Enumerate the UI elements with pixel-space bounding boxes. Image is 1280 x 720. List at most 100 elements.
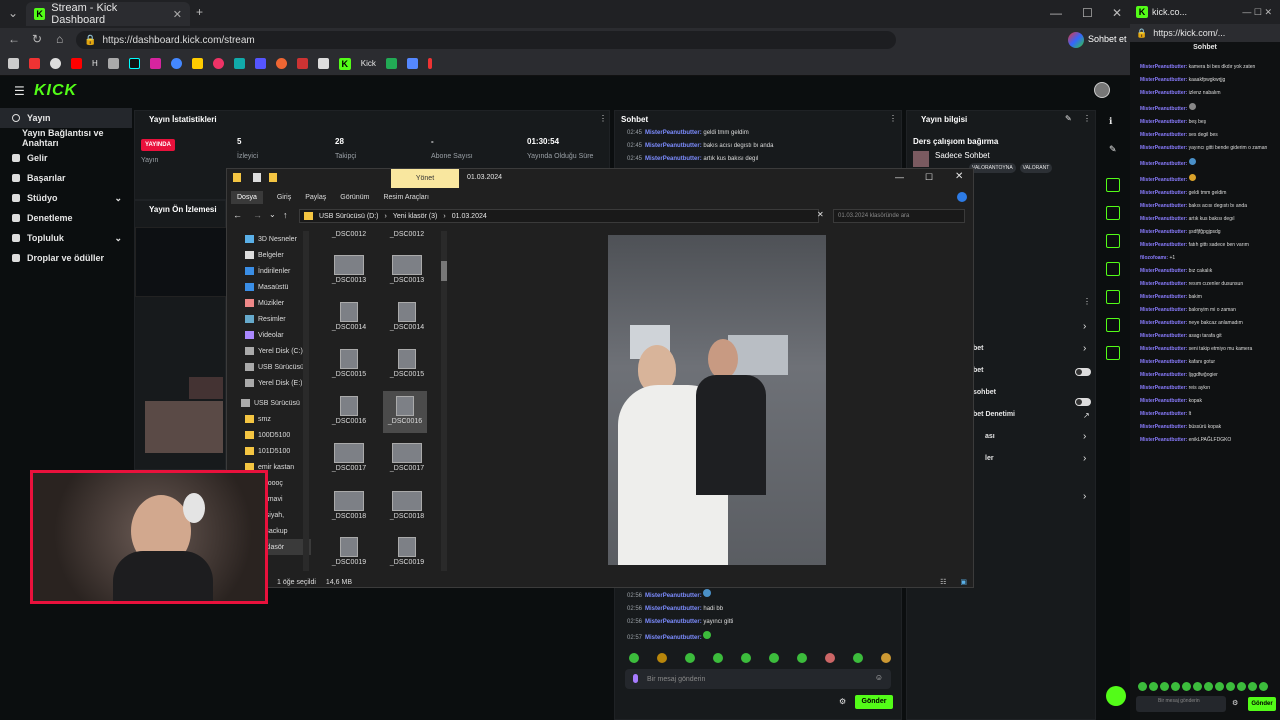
more-icon[interactable]: ⋮ [1083,114,1091,123]
tool-icon[interactable] [1106,178,1120,192]
new-tab-icon[interactable]: + [196,5,203,19]
toggle-switch[interactable] [1075,368,1091,376]
tree-scrollbar[interactable] [303,231,309,571]
chevron-right-icon[interactable]: › [1083,321,1086,332]
toggle-switch[interactable] [1075,398,1091,406]
forward-icon[interactable]: → [253,210,262,220]
tool-icon[interactable] [1106,290,1120,304]
clear-icon[interactable]: ✕ [817,210,824,219]
sidebar-item-income[interactable]: Gelir [0,148,132,168]
manage-tab[interactable]: Yönet [391,169,459,188]
tree-item[interactable]: Belgeler [241,247,311,263]
tool-icon[interactable] [1106,206,1120,220]
sidebar-item-drops[interactable]: Droplar ve ödüller [0,248,132,268]
ribbon-tab-file[interactable]: Dosya [231,190,263,204]
tree-item[interactable]: 3D Nesneler [241,231,311,247]
bookmark-icon[interactable] [296,58,308,69]
bookmark-icon[interactable] [50,58,61,69]
emote-icon[interactable] [1237,682,1246,691]
url-bar[interactable]: 🔒 https://dashboard.kick.com/stream [76,31,896,49]
breadcrumb[interactable]: USB Sürücüsü (D:) [319,213,379,220]
tool-icon[interactable] [1106,318,1120,332]
bookmark-kick[interactable]: Kick [361,59,376,68]
tree-item[interactable]: smz [241,411,311,427]
tree-item[interactable]: 100D5100 [241,427,311,443]
kick-logo[interactable]: KICK [34,82,77,100]
bookmark-icon[interactable] [29,58,40,69]
close-window-icon[interactable]: ✕ [1112,6,1122,20]
file-thumbnail[interactable]: _DSC0014 [327,302,371,348]
emote-icon[interactable] [1226,682,1235,691]
tree-item[interactable]: USB Sürücüsü [241,395,311,411]
browser-tab[interactable]: K Stream - Kick Dashboard ✕ [26,2,190,26]
emote-icon[interactable] [1138,682,1147,691]
file-thumbnail[interactable]: _DSC0013 [385,255,429,301]
sidebar-item-stream[interactable]: Yayın [0,108,132,128]
emote-icon[interactable] [881,653,891,663]
address-bar[interactable]: USB Sürücüsü (D:) › Yeni klasör (3) › 01.0… [299,209,819,223]
file-thumbnail[interactable]: _DSC0014 [385,302,429,348]
emote-icon[interactable] [1204,682,1213,691]
bookmark-icon[interactable] [170,58,182,69]
breadcrumb[interactable]: Yeni klasör (3) [393,213,438,220]
pen-icon[interactable]: ✎ [1109,144,1117,155]
properties-icon[interactable] [253,173,261,182]
up-icon[interactable]: ↑ [283,210,288,220]
ribbon-tab-view[interactable]: Görünüm [340,194,369,201]
emoji-picker-icon[interactable]: ☺ [875,673,883,682]
search-input[interactable]: 01.03.2024 klasöründe ara [833,209,965,223]
tree-item[interactable]: İndirilenler [241,263,311,279]
thumbnail-view-icon[interactable]: ▣ [960,578,967,586]
tree-item[interactable]: Yerel Disk (C:) [241,343,311,359]
bookmark-icon[interactable] [233,58,245,69]
breadcrumb[interactable]: 01.03.2024 [452,213,487,220]
details-view-icon[interactable]: ☷ [940,578,946,586]
edit-icon[interactable]: ✎ [1065,114,1072,123]
bookmark-icon[interactable] [385,58,397,69]
minimize-icon[interactable]: — [895,172,904,182]
window-controls[interactable]: — ☐ ✕ [1242,7,1272,18]
emote-icon[interactable] [1149,682,1158,691]
youtube-icon[interactable] [71,58,82,69]
file-thumbnail[interactable]: _DSC0017 [327,443,371,489]
tree-item[interactable]: 101D5100 [241,443,311,459]
bookmark-icon[interactable] [254,58,266,69]
emote-icon[interactable] [1248,682,1257,691]
kick-bookmark-icon[interactable]: K [338,57,351,70]
emote-icon[interactable] [741,653,751,663]
help-icon[interactable] [957,192,967,202]
new-folder-icon[interactable] [269,173,277,182]
bookmark-icon[interactable] [8,58,19,69]
chat-bubble-icon[interactable] [1106,686,1126,706]
tag[interactable]: VALORANTOYNA [969,163,1016,173]
chevron-right-icon[interactable]: › [1083,343,1086,354]
bookmark-icon[interactable] [275,58,287,69]
sidebar-item-moderation[interactable]: Denetleme [0,208,132,228]
tree-item[interactable]: Masaüstü [241,279,311,295]
more-icon[interactable]: ⋮ [599,114,607,123]
tree-item[interactable]: USB Sürücüsü [241,359,311,375]
maximize-icon[interactable]: ☐ [925,172,933,183]
menu-icon[interactable]: ☰ [14,84,25,98]
grid-scrollbar[interactable] [441,231,447,571]
emote-icon[interactable] [1160,682,1169,691]
emote-icon[interactable] [769,653,779,663]
tool-icon[interactable] [1106,234,1120,248]
file-thumbnail[interactable]: _DSC0017 [385,443,429,489]
mic-icon[interactable] [633,674,638,683]
file-thumbnail[interactable]: _DSC0013 [327,255,371,301]
bookmark-icon[interactable] [406,58,418,69]
copilot-icon[interactable] [1068,32,1084,48]
tree-item[interactable]: Yerel Disk (E:) [241,375,311,391]
emote-icon[interactable] [797,653,807,663]
sidebar-item-stream-key[interactable]: Yayın Bağlantısı ve Anahtarı [0,128,132,148]
ribbon-tab-home[interactable]: Giriş [277,194,291,201]
emote-icon[interactable] [657,653,667,663]
popout-urlbar[interactable]: 🔒 https://kick.com/... [1130,24,1280,42]
emote-icon[interactable] [825,653,835,663]
sidebar-item-community[interactable]: Topluluk ⌄ [0,228,132,248]
emote-icon[interactable] [1193,682,1202,691]
reload-icon[interactable]: ↻ [32,32,42,46]
emote-icon[interactable] [685,653,695,663]
tree-item[interactable]: Resimler [241,311,311,327]
